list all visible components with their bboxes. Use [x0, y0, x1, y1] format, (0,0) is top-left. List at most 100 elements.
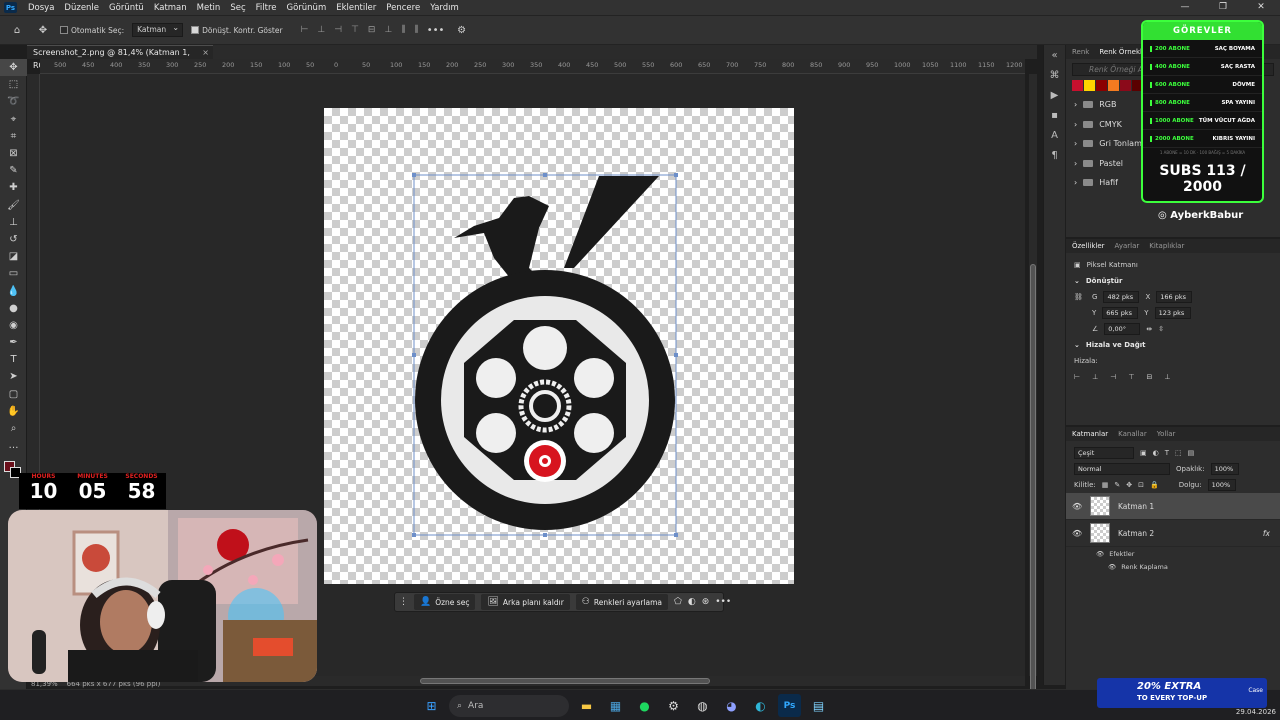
menu-katman[interactable]: Katman: [149, 3, 192, 13]
align-top-icon[interactable]: ⊤: [1128, 373, 1134, 381]
shape-tool-icon[interactable]: ▢: [0, 386, 27, 403]
lock-all-icon[interactable]: 🔒: [1150, 481, 1159, 489]
menu-goruntu[interactable]: Görüntü: [104, 3, 149, 13]
tab-layers[interactable]: Katmanlar: [1072, 430, 1108, 438]
settings-icon[interactable]: ⚙: [662, 694, 685, 717]
explorer-icon[interactable]: ▬: [575, 694, 598, 717]
home-icon[interactable]: ⌂: [8, 21, 26, 39]
scroll-thumb[interactable]: [1030, 264, 1036, 720]
eye-icon[interactable]: 👁: [1096, 550, 1104, 558]
spotify-icon[interactable]: ●: [633, 694, 656, 717]
maximize-button[interactable]: ❐: [1204, 0, 1242, 15]
align-right-icon[interactable]: ⊣: [1110, 373, 1116, 381]
eye-icon[interactable]: 👁: [1072, 502, 1082, 511]
transform-heading[interactable]: ⌄ Dönüştür: [1066, 273, 1280, 289]
auto-select-checkbox[interactable]: Otomatik Seç:: [60, 26, 124, 35]
align-center-icon[interactable]: ⊥: [1092, 373, 1098, 381]
filter-shape-icon[interactable]: ⬚: [1175, 449, 1182, 457]
align-bottom-icon[interactable]: ⊥: [1164, 373, 1170, 381]
brush-tool-icon[interactable]: 🖌: [0, 197, 27, 214]
lock-pixels-icon[interactable]: ✎: [1114, 481, 1120, 489]
align-hcenter-icon[interactable]: ⊥: [317, 25, 325, 35]
pen-tool-icon[interactable]: ✒: [0, 334, 27, 351]
filter-adjust-icon[interactable]: ◐: [1153, 449, 1159, 457]
more-options-icon[interactable]: •••: [715, 597, 731, 607]
path-select-icon[interactable]: ➤: [0, 368, 27, 385]
menu-dosya[interactable]: Dosya: [23, 3, 59, 13]
width-field[interactable]: 482 pks: [1103, 291, 1140, 303]
menu-gorunum[interactable]: Görünüm: [282, 3, 332, 13]
remove-background-button[interactable]: 🖼 Arka planı kaldır: [481, 594, 570, 610]
lasso-tool-icon[interactable]: ➰: [0, 93, 27, 110]
vertical-scrollbar[interactable]: [1029, 74, 1037, 720]
steam-icon[interactable]: ◍: [691, 694, 714, 717]
gradient-tool-icon[interactable]: ▭: [0, 265, 27, 282]
crop-tool-icon[interactable]: ⌗: [0, 128, 27, 145]
tab-libraries[interactable]: Kitaplıklar: [1149, 242, 1184, 250]
align-left-icon[interactable]: ⊢: [1074, 373, 1080, 381]
blur-tool-icon[interactable]: 💧: [0, 282, 27, 299]
tab-paths[interactable]: Yollar: [1157, 430, 1176, 438]
discord-icon[interactable]: ◕: [720, 694, 743, 717]
angle-field[interactable]: 0,00°: [1104, 323, 1141, 335]
more-options-button[interactable]: •••: [427, 21, 445, 39]
quick-select-tool-icon[interactable]: ⌖: [0, 111, 27, 128]
adjust-colors-button[interactable]: ⚇ Renkleri ayarlama: [575, 594, 669, 610]
filter-smart-icon[interactable]: ▤: [1188, 449, 1195, 457]
menu-sec[interactable]: Seç: [225, 3, 250, 13]
settings-gear-icon[interactable]: ⚙: [453, 21, 471, 39]
drag-handle-icon[interactable]: ⋮: [399, 597, 408, 607]
tab-adjustments[interactable]: Ayarlar: [1115, 242, 1140, 250]
libraries-icon[interactable]: ⌘: [1044, 65, 1065, 85]
show-transform-controls-checkbox[interactable]: Dönüşt. Kontr. Göster: [191, 26, 283, 35]
menu-duzenle[interactable]: Düzenle: [59, 3, 104, 13]
hand-tool-icon[interactable]: ✋: [0, 403, 27, 420]
align-bottom-icon[interactable]: ⊥: [384, 25, 392, 35]
collapse-panels-icon[interactable]: «: [1044, 45, 1065, 65]
minimize-button[interactable]: —: [1166, 0, 1204, 15]
align-heading[interactable]: ⌄ Hizala ve Dağıt: [1066, 337, 1280, 353]
fx-badge[interactable]: fx: [1263, 529, 1270, 538]
color-swatch[interactable]: [1096, 80, 1107, 91]
select-subject-button[interactable]: 👤 Özne seç: [414, 594, 476, 610]
menu-yardim[interactable]: Yardım: [425, 3, 464, 13]
color-swatch[interactable]: [1084, 80, 1095, 91]
filter-pixel-icon[interactable]: ▣: [1140, 449, 1147, 457]
move-tool-icon[interactable]: ✥: [34, 21, 52, 39]
filter-type-icon[interactable]: T: [1165, 449, 1169, 457]
align-right-icon[interactable]: ⊣: [334, 25, 342, 35]
link-icon[interactable]: ⛓: [1074, 293, 1086, 301]
close-tab-icon[interactable]: ×: [202, 46, 209, 59]
taskbar-search[interactable]: ⌕ Ara: [449, 694, 569, 717]
fill-field[interactable]: 100%: [1207, 479, 1236, 491]
move-tool-icon[interactable]: ✥: [0, 59, 27, 77]
notepad-icon[interactable]: ▤: [807, 694, 830, 717]
lock-artboard-icon[interactable]: ⊡: [1138, 481, 1144, 489]
flip-vertical-icon[interactable]: ⇳: [1158, 325, 1164, 333]
align-middle-icon[interactable]: ⊟: [1146, 373, 1152, 381]
lock-transparent-icon[interactable]: ▦: [1102, 481, 1109, 489]
distribute-v-icon[interactable]: ⫼: [414, 25, 418, 35]
color-swatch[interactable]: [1120, 80, 1131, 91]
eye-icon[interactable]: 👁: [1072, 529, 1082, 538]
zoom-tool-icon[interactable]: ⌕: [0, 420, 27, 437]
opacity-field[interactable]: 100%: [1210, 463, 1239, 475]
menu-filtre[interactable]: Filtre: [251, 3, 282, 13]
tab-channels[interactable]: Kanallar: [1118, 430, 1147, 438]
play-icon[interactable]: ▶: [1044, 85, 1065, 105]
align-vcenter-icon[interactable]: ⊟: [368, 25, 376, 35]
more-tools-icon[interactable]: …: [0, 437, 27, 454]
menu-eklentiler[interactable]: Eklentiler: [331, 3, 381, 13]
blend-mode-select[interactable]: Normal: [1074, 463, 1170, 475]
menu-metin[interactable]: Metin: [192, 3, 226, 13]
healing-brush-icon[interactable]: ✚: [0, 179, 27, 196]
close-window-button[interactable]: ✕: [1242, 0, 1280, 15]
color-swatch[interactable]: [1108, 80, 1119, 91]
color-swatch[interactable]: [1072, 80, 1083, 91]
layer-kind-filter[interactable]: Çeşit: [1074, 447, 1134, 459]
distribute-icon[interactable]: ⫼: [401, 25, 405, 35]
layer-row[interactable]: 👁 Katman 1: [1066, 493, 1280, 520]
history-brush-icon[interactable]: ↺: [0, 231, 27, 248]
comment-icon[interactable]: ▪: [1044, 105, 1065, 125]
photos-icon[interactable]: ▦: [604, 694, 627, 717]
